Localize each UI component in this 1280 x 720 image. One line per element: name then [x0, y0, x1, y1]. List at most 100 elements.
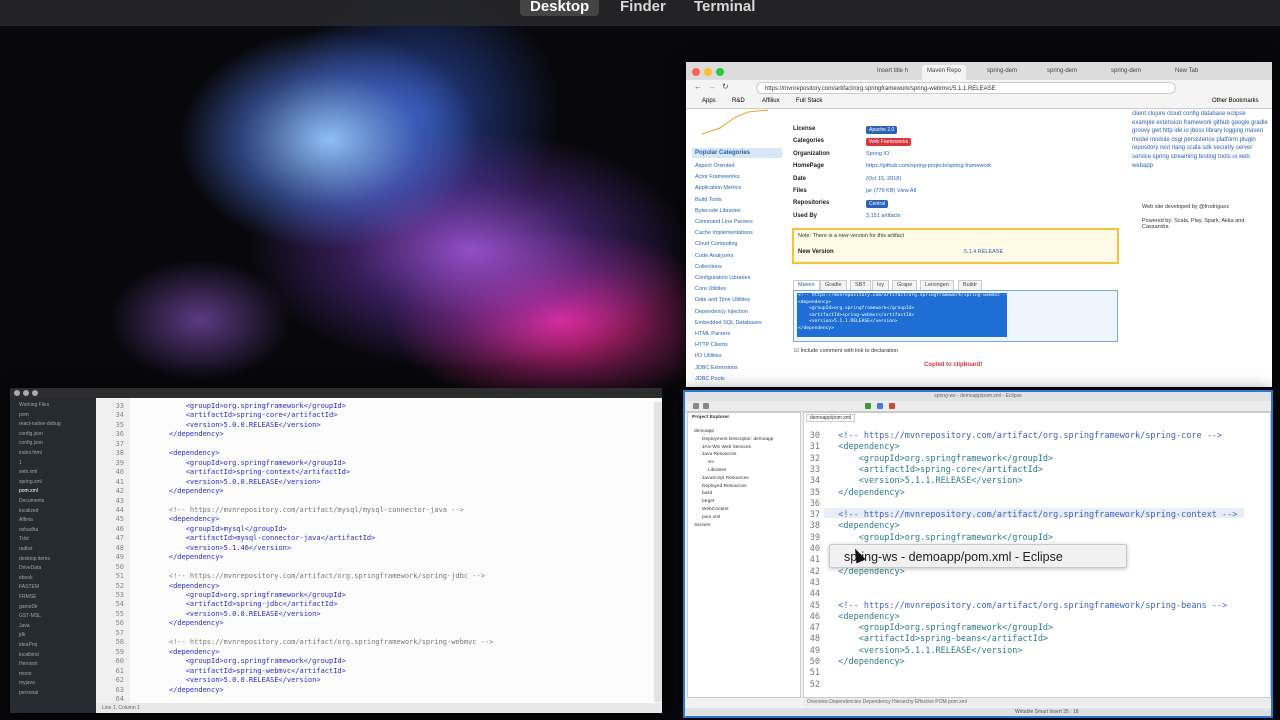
minimize-icon[interactable] — [704, 68, 712, 76]
info-value[interactable]: Apache 2.0 — [866, 126, 898, 134]
sidebar-file[interactable]: Working Files — [19, 402, 49, 408]
category-link[interactable]: Actor Frameworks — [695, 174, 740, 180]
project-tree-item[interactable]: Java Resources — [702, 452, 736, 457]
sidebar-file[interactable]: spring.xml — [19, 479, 42, 485]
new-icon[interactable] — [693, 403, 699, 409]
close-icon[interactable] — [14, 390, 20, 396]
browser-tab[interactable]: Insert title h — [872, 65, 913, 80]
sidebar-file[interactable]: localbind — [19, 652, 39, 658]
category-link[interactable]: HTML Parsers — [695, 331, 730, 337]
info-value[interactable]: 3,151 artifacts — [866, 213, 901, 219]
project-tree-item[interactable]: Deployment Descriptor: demoapp — [702, 437, 773, 442]
reload-icon[interactable]: ↻ — [722, 82, 729, 91]
tab-ivy[interactable]: Ivy — [872, 280, 890, 290]
category-link[interactable]: I/O Utilities — [695, 353, 722, 359]
tab-buildr[interactable]: Buildr — [958, 280, 983, 290]
new-version-link[interactable]: 5.1.4.RELEASE — [964, 249, 1003, 255]
dependency-snippet[interactable]: <!-- https://mvnrepository.com/artifact/… — [793, 290, 1118, 342]
bookmark-rd[interactable]: R&D — [732, 98, 745, 104]
project-tree-item[interactable]: target — [702, 499, 714, 504]
category-link[interactable]: Application Metrics — [695, 185, 741, 191]
sidebar-file[interactable]: gameDir — [19, 604, 38, 610]
project-tree-item[interactable]: src — [708, 460, 714, 465]
project-tree-item[interactable]: demoapp — [694, 429, 714, 434]
back-icon[interactable]: ← — [694, 82, 702, 91]
info-badge[interactable]: Web Frameworks — [866, 138, 912, 147]
scrollbar[interactable] — [654, 402, 662, 702]
sidebar-file[interactable]: ideaProj — [19, 642, 37, 648]
sidebar-file[interactable]: myjava — [19, 680, 35, 686]
tab-maven[interactable]: Maven — [793, 280, 820, 290]
editor-tab[interactable]: demoapp/pom.xml — [806, 414, 856, 422]
sidebar-file[interactable]: oshadha — [19, 527, 38, 533]
pom-editor-tabs[interactable]: Overview Dependencies Dependency Hierarc… — [803, 698, 1271, 706]
tab-gradle[interactable]: Gradle — [820, 280, 847, 290]
browser-tab-active[interactable]: Maven Repo — [922, 65, 967, 80]
info-value[interactable]: jar (779 KB) View All — [866, 188, 916, 194]
project-tree-item[interactable]: pom.xml — [702, 515, 720, 520]
sidebar-file[interactable]: 1 — [19, 460, 22, 466]
bookmark-apps[interactable]: Apps — [702, 98, 716, 104]
sidebar-file[interactable]: radlist — [19, 546, 32, 552]
sidebar-file[interactable]: react-native-debug — [19, 421, 61, 427]
category-link[interactable]: Collections — [695, 264, 722, 270]
browser-tab[interactable]: spring-dem — [982, 65, 1022, 80]
sidebar-file[interactable]: pom — [19, 412, 29, 418]
category-link[interactable]: Build Tools — [695, 197, 722, 203]
category-link[interactable]: HTTP Clients — [695, 342, 728, 348]
project-tree-item[interactable]: build — [702, 491, 712, 496]
tab-grape[interactable]: Grape — [892, 280, 918, 290]
bookmark-fullstack[interactable]: Full Stack — [796, 98, 822, 104]
category-link[interactable]: Bytecode Libraries — [695, 208, 741, 214]
sidebar-file[interactable]: Affinia — [19, 517, 33, 523]
sidebar-file[interactable]: pom.xml — [19, 488, 38, 494]
tab-sbt[interactable]: SBT — [850, 280, 871, 290]
category-link[interactable]: Command Line Parsers — [695, 219, 753, 225]
project-tree-item[interactable]: Deployed Resources — [702, 484, 747, 489]
browser-tab[interactable]: New Tab — [1170, 65, 1203, 80]
bookmark-affiliux[interactable]: Affiliux — [762, 98, 780, 104]
info-value[interactable]: Web Frameworks — [866, 138, 912, 147]
space-terminal[interactable]: Terminal — [694, 0, 755, 16]
close-icon[interactable] — [692, 68, 700, 76]
maximize-icon[interactable] — [716, 68, 724, 76]
info-badge[interactable]: Central — [866, 200, 889, 209]
sidebar-file[interactable]: Documents — [19, 498, 44, 504]
sidebar-file[interactable]: Tdst — [19, 536, 29, 542]
sidebar-file[interactable]: localized — [19, 508, 38, 514]
sidebar-file[interactable]: GST-MSL — [19, 613, 41, 619]
category-link[interactable]: Cache Implementations — [695, 230, 753, 236]
maximize-icon[interactable] — [32, 390, 38, 396]
browser-tab[interactable]: spring-dem — [1106, 65, 1146, 80]
sidebar-file[interactable]: index.html — [19, 450, 42, 456]
project-tree-item[interactable]: JAX-WS Web Services — [702, 445, 751, 450]
tab-leiningen[interactable]: Leiningen — [920, 280, 954, 290]
sidebar-file[interactable]: mono — [19, 671, 32, 677]
sidebar-file[interactable]: config.json — [19, 440, 43, 446]
category-link[interactable]: Code Analyzers — [695, 253, 734, 259]
project-tree-item[interactable]: Servers — [694, 523, 711, 528]
sidebar-file[interactable]: FASTEM — [19, 584, 39, 590]
sidebar-file[interactable]: Heroism — [19, 661, 38, 667]
category-link[interactable]: JDBC Extensions — [695, 365, 738, 371]
forward-icon[interactable]: → — [708, 82, 716, 91]
sidebar-file[interactable]: web.xml — [19, 469, 37, 475]
category-link[interactable]: JDBC Pools — [695, 376, 725, 382]
project-tree-item[interactable]: JavaScript Resources — [702, 476, 749, 481]
category-link[interactable]: Embedded SQL Databases — [695, 320, 762, 326]
sidebar-file[interactable]: ebook — [19, 575, 33, 581]
category-link[interactable]: Aspect Oriented — [695, 163, 734, 169]
sidebar-file[interactable]: DriveData — [19, 565, 41, 571]
run-icon[interactable] — [865, 403, 871, 409]
sidebar-file[interactable]: desktop items — [19, 556, 50, 562]
browser-tab[interactable]: spring-dem — [1042, 65, 1082, 80]
bookmark-other[interactable]: Other Bookmarks — [1212, 98, 1259, 104]
project-tree-item[interactable]: WebContent — [702, 507, 729, 512]
info-badge[interactable]: Apache 2.0 — [866, 126, 898, 134]
space-finder[interactable]: Finder — [620, 0, 666, 16]
sidebar-file[interactable]: config.json — [19, 431, 43, 437]
save-icon[interactable] — [703, 403, 709, 409]
sidebar-file[interactable]: jdk — [19, 632, 25, 638]
space-desktop[interactable]: Desktop — [520, 0, 600, 16]
category-link[interactable]: Configuration Libraries — [695, 275, 750, 281]
